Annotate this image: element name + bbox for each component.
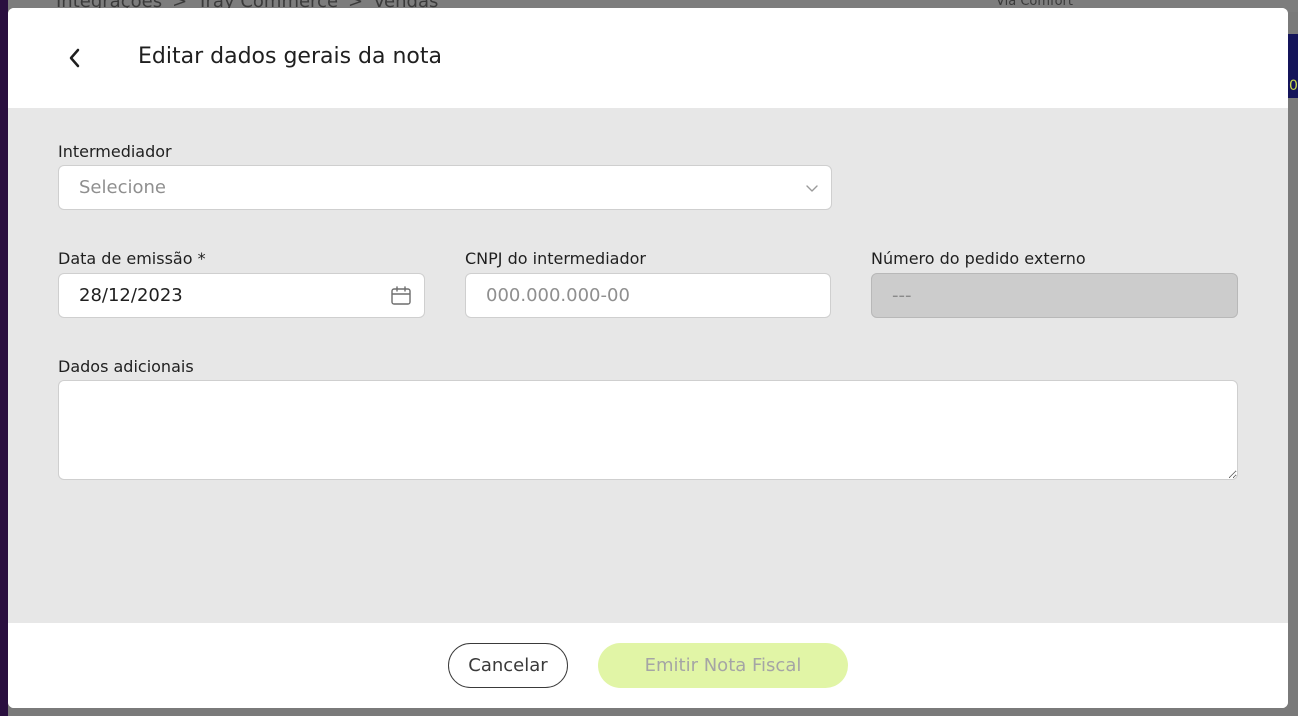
pedido-externo-input: --- — [871, 273, 1238, 318]
data-emissao-label: Data de emissão * — [58, 249, 206, 268]
data-emissao-input[interactable]: 28/12/2023 — [58, 273, 425, 318]
data-emissao-value: 28/12/2023 — [79, 285, 183, 306]
background-right-badge: 0 — [1289, 78, 1298, 94]
intermediador-placeholder: Selecione — [79, 177, 166, 198]
modal-body: Intermediador Selecione Data de emissão … — [8, 108, 1288, 623]
dados-adicionais-textarea[interactable] — [58, 380, 1238, 480]
modal-header: Editar dados gerais da nota — [8, 8, 1288, 108]
calendar-icon[interactable] — [390, 285, 412, 307]
emit-invoice-button[interactable]: Emitir Nota Fiscal — [598, 643, 848, 688]
pedido-externo-placeholder: --- — [892, 285, 912, 306]
back-button[interactable] — [58, 42, 90, 74]
dados-adicionais-label: Dados adicionais — [58, 357, 194, 376]
modal-title: Editar dados gerais da nota — [138, 44, 442, 69]
chevron-left-icon — [69, 48, 80, 68]
cancel-button[interactable]: Cancelar — [448, 643, 568, 688]
chevron-down-icon — [805, 183, 819, 193]
cnpj-input[interactable]: 000.000.000-00 — [465, 273, 831, 318]
intermediador-label: Intermediador — [58, 142, 172, 161]
cnpj-label: CNPJ do intermediador — [465, 249, 646, 268]
modal-footer: Cancelar Emitir Nota Fiscal — [8, 623, 1288, 708]
cnpj-placeholder: 000.000.000-00 — [486, 285, 630, 306]
edit-invoice-modal: Editar dados gerais da nota Intermediado… — [8, 8, 1288, 708]
pedido-externo-label: Número do pedido externo — [871, 249, 1086, 268]
background-sidebar — [0, 0, 8, 716]
intermediador-select[interactable]: Selecione — [58, 165, 832, 210]
